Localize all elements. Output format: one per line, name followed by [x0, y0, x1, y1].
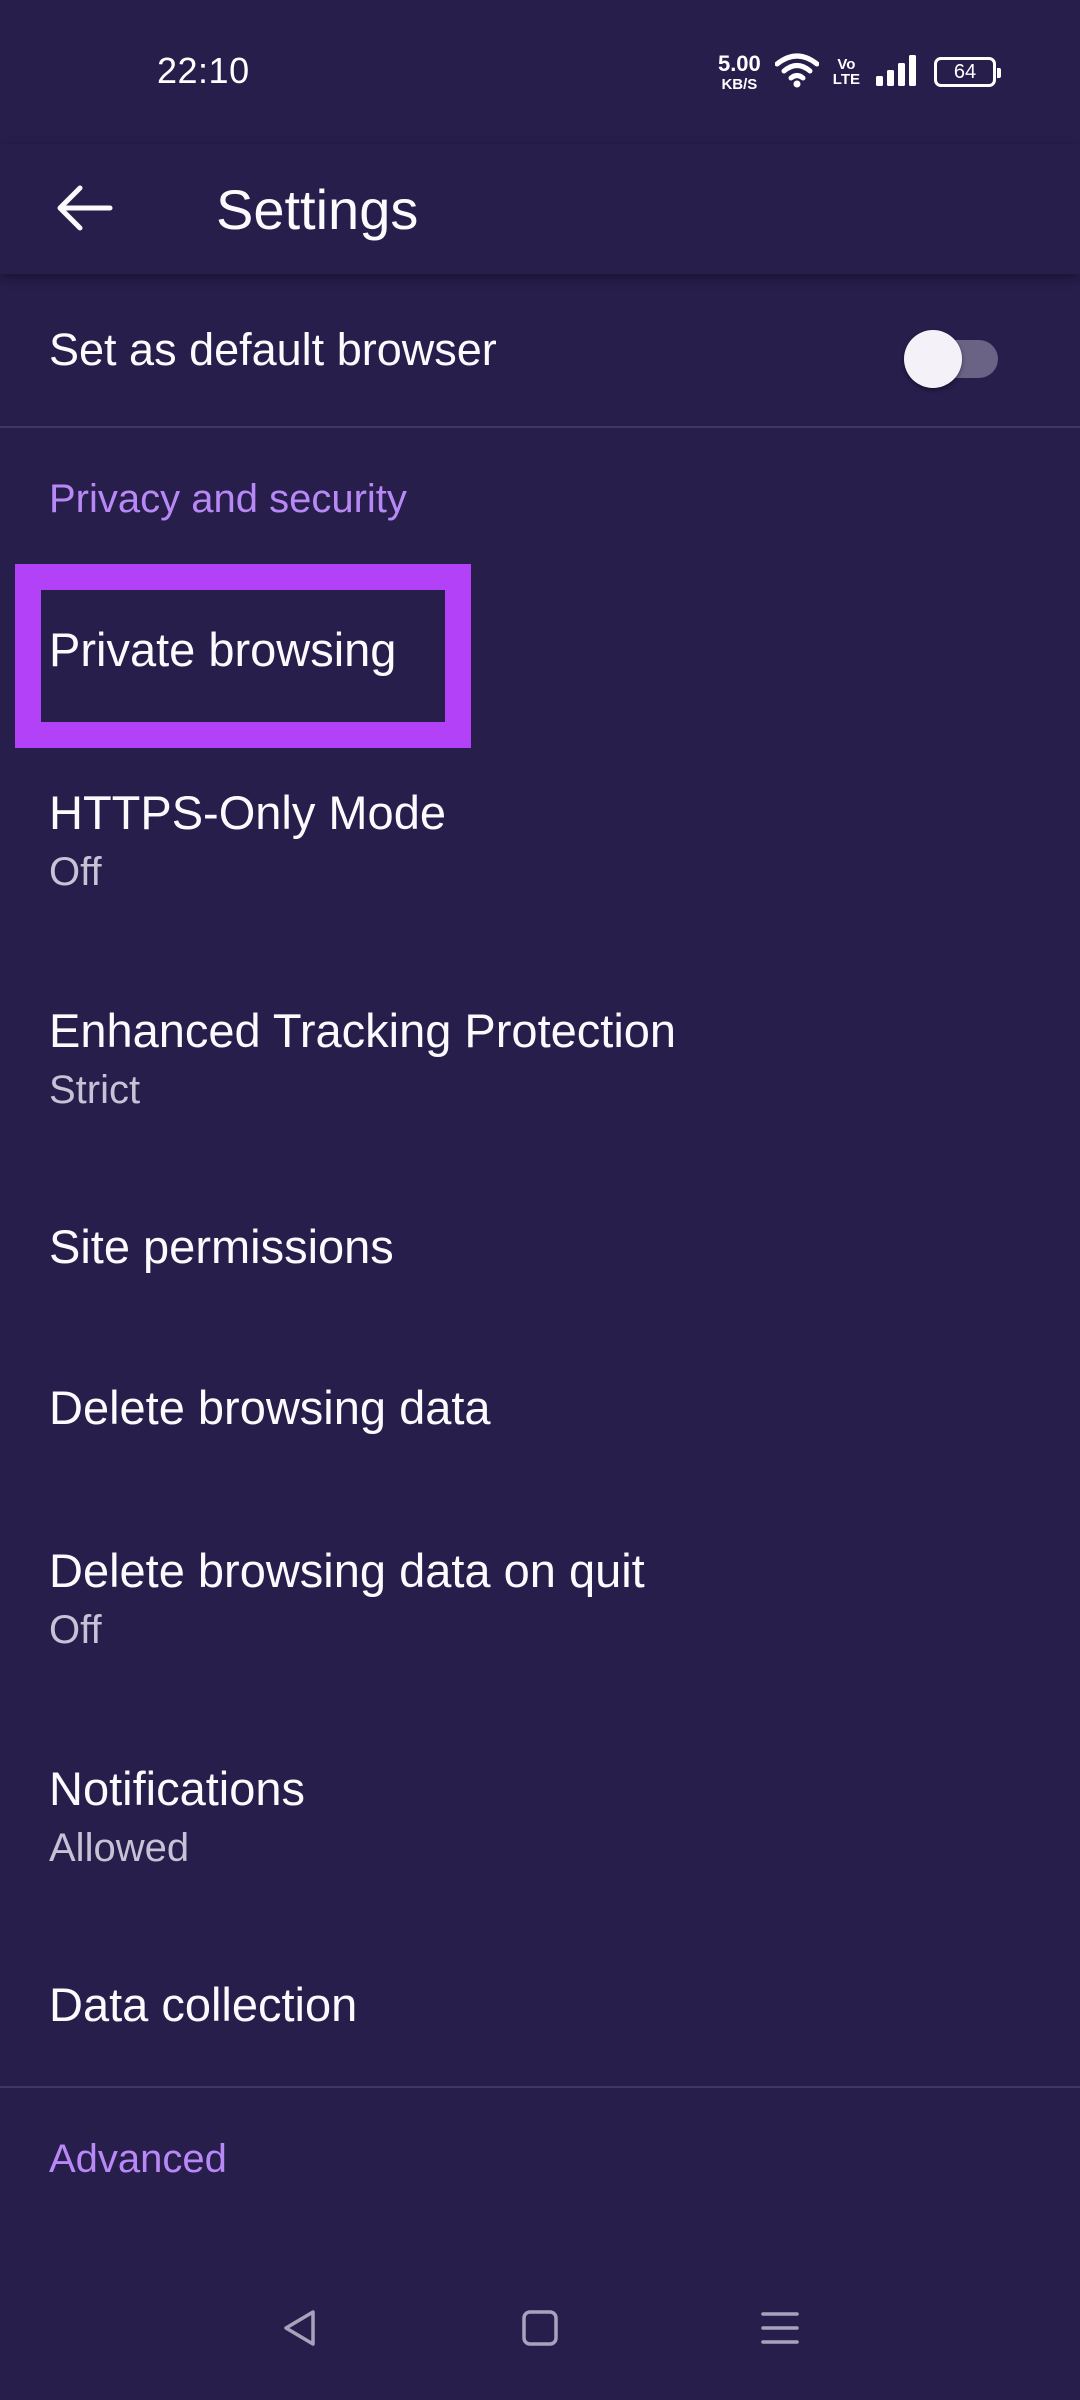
back-triangle-icon	[280, 2308, 320, 2353]
default-browser-toggle[interactable]	[904, 320, 998, 388]
delete-browsing-data-on-quit-summary: Off	[49, 1608, 102, 1653]
nav-home-button[interactable]	[500, 2290, 580, 2370]
site-permissions-row[interactable]: Site permissions	[0, 1167, 1080, 1328]
status-bar: 22:10 5.00 KB/S Vo LTE 64	[0, 0, 1080, 144]
notifications-summary: Allowed	[49, 1826, 190, 1871]
https-only-mode-title: HTTPS-Only Mode	[49, 785, 446, 839]
menu-lines-icon	[760, 2308, 800, 2353]
enhanced-tracking-protection-summary: Strict	[49, 1068, 141, 1113]
delete-browsing-data-row[interactable]: Delete browsing data	[0, 1328, 1080, 1489]
https-only-mode-summary: Off	[49, 850, 102, 895]
data-collection-title: Data collection	[49, 1978, 358, 2032]
nav-menu-button[interactable]	[740, 2290, 820, 2370]
default-browser-row[interactable]: Set as default browser	[0, 274, 1080, 426]
volte-bottom: LTE	[832, 71, 860, 88]
arrow-left-icon	[54, 183, 114, 238]
site-permissions-title: Site permissions	[49, 1220, 394, 1274]
enhanced-tracking-protection-row[interactable]: Enhanced Tracking Protection Strict	[0, 949, 1080, 1167]
nav-back-button[interactable]	[260, 2290, 340, 2370]
notifications-row[interactable]: Notifications Allowed	[0, 1707, 1080, 1925]
delete-browsing-data-on-quit-title: Delete browsing data on quit	[49, 1543, 645, 1597]
advanced-section-header: Advanced	[49, 2136, 227, 2181]
home-square-icon	[520, 2308, 560, 2353]
network-speed-value: 5.00	[717, 50, 761, 76]
battery-icon: 64	[934, 57, 1001, 87]
page-title: Settings	[216, 177, 419, 241]
toggle-thumb	[904, 330, 962, 388]
privacy-section-header: Privacy and security	[49, 476, 407, 521]
notifications-title: Notifications	[49, 1761, 305, 1815]
delete-browsing-data-on-quit-row[interactable]: Delete browsing data on quit Off	[0, 1489, 1080, 1707]
volte-top: Vo	[837, 56, 856, 73]
private-browsing-row[interactable]: Private browsing	[0, 564, 1080, 748]
signal-icon	[874, 54, 920, 91]
back-button[interactable]	[36, 170, 132, 250]
https-only-mode-row[interactable]: HTTPS-Only Mode Off	[0, 731, 1080, 949]
status-time: 22:10	[157, 50, 250, 91]
wifi-icon	[774, 52, 820, 93]
enhanced-tracking-protection-title: Enhanced Tracking Protection	[49, 1003, 677, 1057]
volte-indicator: Vo LTE	[833, 57, 860, 87]
network-speed: 5.00 KB/S	[717, 50, 761, 93]
battery-level: 64	[953, 60, 977, 83]
private-browsing-title: Private browsing	[49, 623, 397, 677]
settings-list: Set as default browser Privacy and secur…	[0, 274, 1080, 2230]
default-browser-label: Set as default browser	[49, 324, 497, 375]
network-speed-unit: KB/S	[721, 75, 758, 93]
status-icons: 5.00 KB/S Vo LTE 64	[717, 50, 1001, 94]
data-collection-row[interactable]: Data collection	[0, 1925, 1080, 2086]
delete-browsing-data-title: Delete browsing data	[49, 1381, 491, 1435]
system-nav-bar	[0, 2260, 1080, 2400]
app-bar: Settings	[0, 144, 1080, 274]
